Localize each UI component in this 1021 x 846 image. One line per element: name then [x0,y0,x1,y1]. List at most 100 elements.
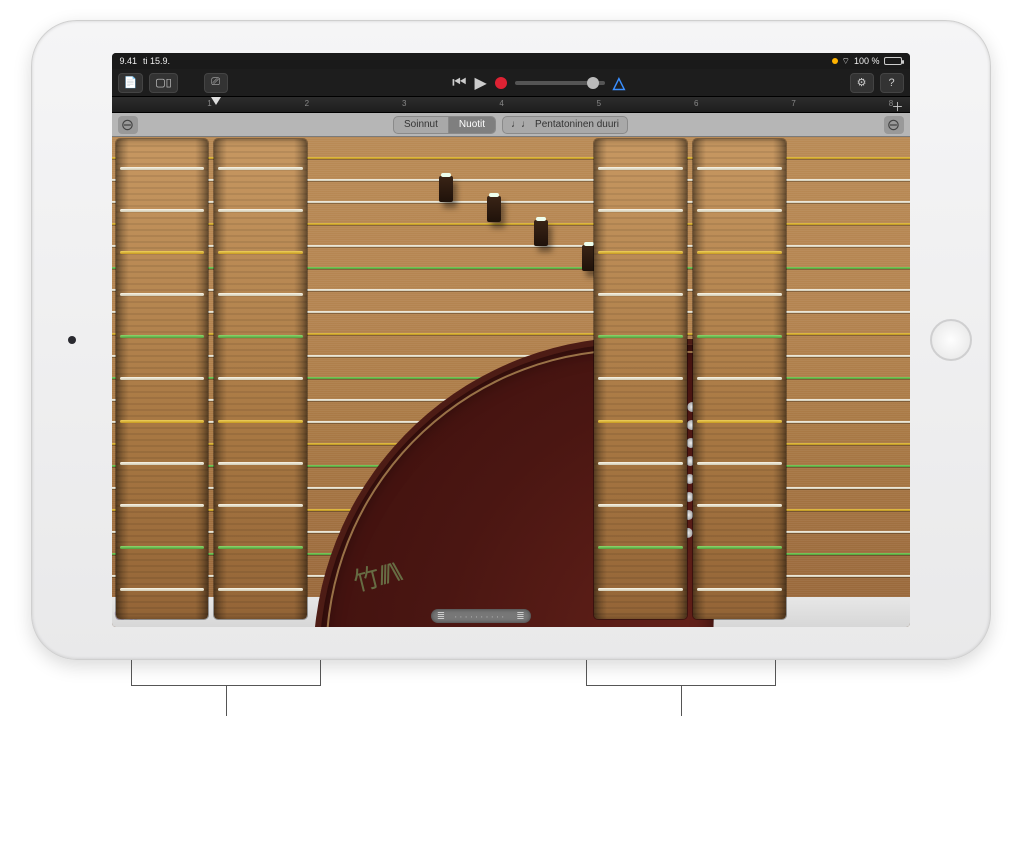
master-volume-slider[interactable] [515,81,605,85]
transport-controls: ⏮ ▶ △ [452,73,625,93]
home-button[interactable] [930,319,972,361]
chord-strip[interactable] [693,139,786,619]
chord-strip-string[interactable] [120,588,205,591]
chord-strip-string[interactable] [598,209,683,212]
chord-strip-string[interactable] [120,293,205,296]
chord-strip[interactable] [214,139,307,619]
chord-strip-string[interactable] [697,335,782,338]
instrument-control-bar: ⊖ Soinnut Nuotit ♩♩ Pentatoninen duuri ⊖ [112,113,910,137]
chord-strip-string[interactable] [598,251,683,254]
chord-strip-string[interactable] [697,251,782,254]
scale-label: Pentatoninen duuri [535,119,619,130]
chord-strip-string[interactable] [598,546,683,549]
track-controls-button[interactable]: ⎚ [204,73,228,93]
ruler-bar-number: 8 [889,99,893,108]
chord-strip-string[interactable] [697,588,782,591]
record-button[interactable] [495,77,507,89]
chord-strip-string[interactable] [697,209,782,212]
gliss-grip-icon: ≣ [516,611,524,622]
scale-glyph-icon: ♩♩ [511,119,531,130]
chord-strip-string[interactable] [697,420,782,423]
playhead-icon[interactable] [211,97,221,105]
scale-button[interactable]: ♩♩ Pentatoninen duuri [502,116,628,134]
chord-strip-string[interactable] [218,546,303,549]
ipad-frame: 9.41 ti 15.9. ⌔ 100 % 📄 ▢▯ ⎚ ⏮ ▶ △ [31,20,991,660]
chord-strip-string[interactable] [218,588,303,591]
glissando-handle[interactable]: ≣ ∙∙∙∙∙∙∙∙∙∙ ≣ [431,609,531,623]
chord-strip-string[interactable] [218,209,303,212]
chord-strip-string[interactable] [598,377,683,380]
chord-strip-string[interactable] [120,251,205,254]
chord-strip-string[interactable] [697,462,782,465]
wifi-icon: ⌔ [842,56,850,67]
chord-strip[interactable] [116,139,209,619]
chord-strip-string[interactable] [598,293,683,296]
battery-percent: 100 % [854,56,880,66]
chord-strip-string[interactable] [218,420,303,423]
string-bridge[interactable] [534,220,548,246]
chord-strip-string[interactable] [598,462,683,465]
ruler-bar-number: 6 [694,99,698,108]
chord-strip-string[interactable] [120,504,205,507]
chord-strip-string[interactable] [218,377,303,380]
ruler-bar-number: 4 [499,99,503,108]
metronome-button[interactable]: △ [613,73,625,93]
callout-bracket-right [586,660,776,686]
play-button[interactable]: ▶ [474,73,486,93]
status-time: 9.41 [120,56,138,66]
chord-strip-string[interactable] [218,504,303,507]
chord-strip-string[interactable] [598,420,683,423]
gliss-grip-icon: ≣ [437,611,445,622]
chord-strip-string[interactable] [697,504,782,507]
chord-strip-string[interactable] [598,335,683,338]
chord-strip-string[interactable] [697,546,782,549]
chord-strip-string[interactable] [697,377,782,380]
chord-strip-string[interactable] [120,209,205,212]
app-toolbar: 📄 ▢▯ ⎚ ⏮ ▶ △ ⚙ ? [112,69,910,97]
string-bridge[interactable] [439,176,453,202]
ruler-bar-number: 5 [597,99,601,108]
zoom-out-left-button[interactable]: ⊖ [118,116,138,134]
instrument-stage: ✿❀ 竹 /// \\ [112,137,910,627]
chord-strip[interactable] [594,139,687,619]
chord-strip-string[interactable] [598,167,683,170]
notes-tab[interactable]: Nuotit [449,117,495,133]
settings-button[interactable]: ⚙ [850,73,874,93]
chords-tab[interactable]: Soinnut [394,117,449,133]
chord-strip-string[interactable] [218,462,303,465]
chord-strips-left [112,137,312,627]
chord-strip-string[interactable] [598,588,683,591]
app-screen: 9.41 ti 15.9. ⌔ 100 % 📄 ▢▯ ⎚ ⏮ ▶ △ [112,53,910,627]
chord-strip-string[interactable] [598,504,683,507]
ruler-bar-number: 1 [207,99,211,108]
chord-strip-string[interactable] [218,335,303,338]
browser-button[interactable]: ▢▯ [149,73,177,93]
vpn-dot-icon [832,58,838,64]
gliss-dots-icon: ∙∙∙∙∙∙∙∙∙∙ [445,612,516,621]
chord-strip-string[interactable] [120,377,205,380]
timeline-ruler[interactable]: ＋ 12345678 [112,97,910,113]
help-button[interactable]: ? [880,73,904,93]
ruler-bar-number: 7 [791,99,795,108]
chord-strips-right [590,137,790,627]
chord-strip-string[interactable] [120,462,205,465]
battery-icon [884,57,902,65]
chord-strip-string[interactable] [120,335,205,338]
chords-notes-segmented: Soinnut Nuotit [393,116,496,134]
add-section-button[interactable]: ＋ [891,98,903,115]
chord-strip-string[interactable] [120,546,205,549]
chord-strip-string[interactable] [697,167,782,170]
chord-strip-string[interactable] [697,293,782,296]
chord-strip-string[interactable] [218,293,303,296]
go-to-start-button[interactable]: ⏮ [452,74,466,92]
front-camera [68,336,76,344]
chord-strip-string[interactable] [120,420,205,423]
chord-strip-string[interactable] [218,167,303,170]
zoom-out-right-button[interactable]: ⊖ [884,116,904,134]
status-date: ti 15.9. [143,56,170,66]
chord-strip-string[interactable] [120,167,205,170]
chord-strip-string[interactable] [218,251,303,254]
my-songs-button[interactable]: 📄 [118,73,144,93]
ruler-bar-number: 3 [402,99,406,108]
string-bridge[interactable] [487,196,501,222]
